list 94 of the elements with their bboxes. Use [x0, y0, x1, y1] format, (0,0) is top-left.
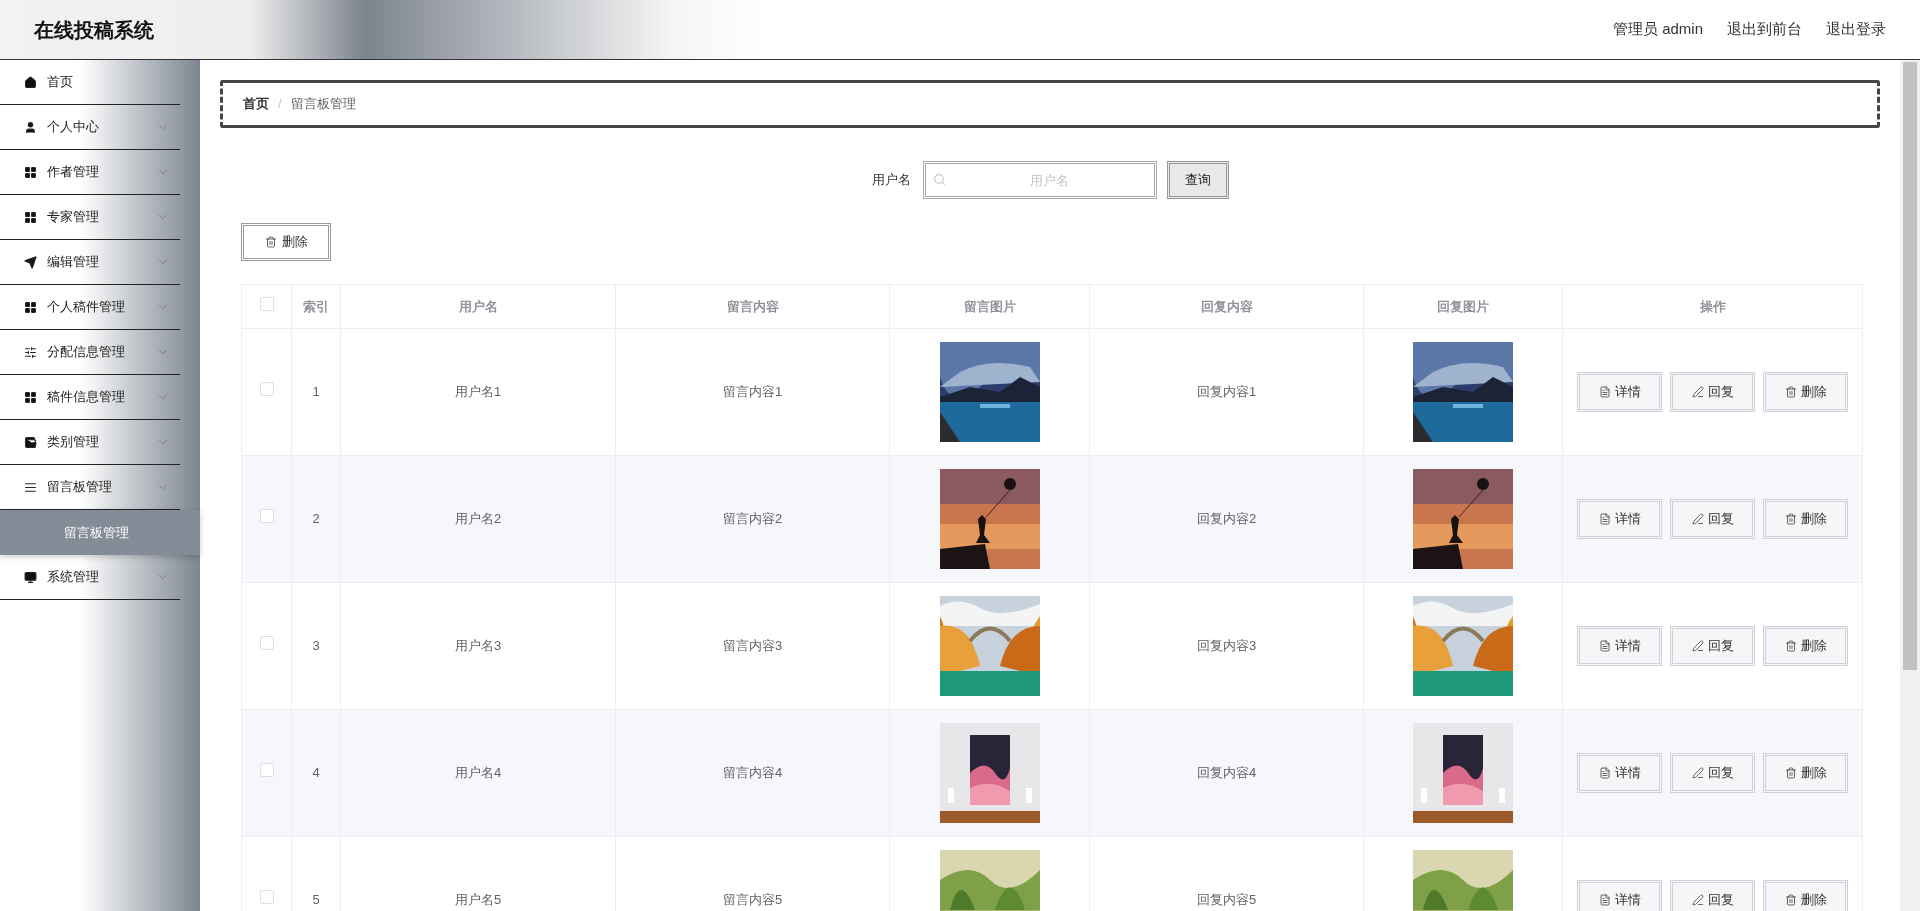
pencil-icon — [1691, 640, 1704, 652]
grid-icon — [24, 300, 37, 314]
checkbox[interactable] — [259, 763, 274, 778]
app-title: 在线投稿系统 — [33, 17, 154, 43]
table-cell: 用户名3 — [340, 582, 616, 710]
home-icon — [24, 75, 37, 89]
trash-icon — [1784, 513, 1797, 525]
table-cell: 回复内容4 — [1089, 709, 1364, 837]
trash-icon — [1784, 386, 1797, 398]
document-icon — [1598, 767, 1611, 779]
pencil-icon — [1691, 767, 1704, 779]
search-field[interactable]: 用户名 — [922, 161, 1157, 199]
delete-button[interactable]: 删除 — [241, 223, 331, 261]
checkbox[interactable] — [259, 296, 274, 311]
document-icon — [1598, 386, 1611, 398]
action-button[interactable]: 详情 — [1577, 753, 1662, 793]
table-cell: 留言内容1 — [615, 328, 890, 456]
table-cell: 用户名2 — [340, 455, 616, 583]
pencil-icon — [1691, 894, 1704, 906]
wallet-icon — [24, 435, 37, 449]
sidebar-item[interactable]: 稿件信息管理 — [0, 375, 180, 420]
sliders-icon — [24, 345, 37, 359]
checkbox[interactable] — [259, 636, 274, 651]
trash-icon — [1784, 640, 1797, 652]
sidebar-item[interactable]: 类别管理 — [0, 420, 180, 465]
sidebar-item[interactable]: 作者管理 — [0, 150, 180, 195]
pencil-icon — [1691, 513, 1704, 525]
table-cell: 2 — [291, 455, 341, 583]
table-cell: 回复内容2 — [1089, 455, 1364, 583]
document-icon — [1598, 640, 1611, 652]
user-label: 管理员 admin — [1612, 19, 1703, 40]
sidebar-item[interactable]: 个人中心 — [0, 105, 180, 150]
checkbox[interactable] — [259, 382, 274, 397]
sidebar-item[interactable]: 系统管理 — [0, 555, 180, 600]
document-icon — [1598, 894, 1611, 906]
action-button[interactable]: 回复 — [1670, 499, 1755, 539]
table-cell: 回复内容3 — [1089, 582, 1364, 710]
column-header: 回复图片 — [1363, 284, 1563, 329]
breadcrumb-link[interactable]: 首页 — [243, 94, 269, 114]
checkbox[interactable] — [259, 890, 274, 905]
grid-icon — [24, 165, 37, 179]
action-button[interactable]: 删除 — [1763, 626, 1848, 666]
trash-icon — [1784, 767, 1797, 779]
action-button[interactable]: 回复 — [1670, 753, 1755, 793]
user-icon — [24, 120, 37, 134]
trash-icon — [264, 236, 277, 248]
search-label: 用户名 — [871, 171, 911, 190]
table-cell: 留言内容4 — [615, 709, 890, 837]
column-header: 留言内容 — [615, 284, 890, 329]
table-cell: 1 — [291, 328, 341, 456]
column-header: 用户名 — [340, 284, 616, 329]
search-icon — [932, 173, 946, 186]
table-cell: 留言内容2 — [615, 455, 890, 583]
query-button[interactable]: 查询 — [1166, 161, 1229, 199]
table-cell: 留言内容3 — [615, 582, 890, 710]
scrollbar[interactable] — [1900, 60, 1920, 911]
pencil-icon — [1691, 386, 1704, 398]
action-button[interactable]: 详情 — [1577, 626, 1662, 666]
action-button[interactable]: 回复 — [1670, 880, 1755, 911]
column-header: 索引 — [291, 284, 341, 329]
grid-icon — [24, 390, 37, 404]
table-cell: 3 — [291, 582, 341, 710]
action-button[interactable]: 回复 — [1670, 626, 1755, 666]
action-button[interactable]: 删除 — [1763, 372, 1848, 412]
document-icon — [1598, 513, 1611, 525]
menu-icon — [24, 480, 37, 494]
action-button[interactable]: 删除 — [1763, 499, 1848, 539]
column-header: 操作 — [1562, 284, 1863, 329]
sidebar-item[interactable]: 分配信息管理 — [0, 330, 180, 375]
sidebar-item[interactable]: 专家管理 — [0, 195, 180, 240]
paper-plane-icon — [24, 255, 37, 269]
breadcrumb-link[interactable]: 留言板管理 — [290, 94, 356, 114]
trash-icon — [1784, 894, 1797, 906]
action-button[interactable]: 删除 — [1763, 880, 1848, 911]
sidebar-item[interactable]: 个人稿件管理 — [0, 285, 180, 330]
header-link[interactable]: 退出到前台 — [1727, 18, 1802, 41]
column-header: 回复内容 — [1089, 284, 1364, 329]
action-button[interactable]: 删除 — [1763, 753, 1848, 793]
table-cell: 回复内容1 — [1089, 328, 1364, 456]
table-cell: 用户名4 — [340, 709, 616, 837]
checkbox[interactable] — [259, 509, 274, 524]
table-cell: 用户名1 — [340, 328, 616, 456]
sidebar-item[interactable]: 编辑管理 — [0, 240, 180, 285]
action-button[interactable]: 回复 — [1670, 372, 1755, 412]
column-header: 留言图片 — [889, 284, 1090, 329]
breadcrumb-separator: / — [278, 95, 282, 114]
action-button[interactable]: 详情 — [1577, 499, 1662, 539]
grid-icon — [24, 210, 37, 224]
sidebar-item[interactable]: 首页 — [0, 60, 180, 105]
header-link[interactable]: 退出登录 — [1826, 18, 1886, 41]
monitor-icon — [24, 570, 37, 584]
table-cell: 4 — [291, 709, 341, 837]
action-button[interactable]: 详情 — [1577, 880, 1662, 911]
action-button[interactable]: 详情 — [1577, 372, 1662, 412]
